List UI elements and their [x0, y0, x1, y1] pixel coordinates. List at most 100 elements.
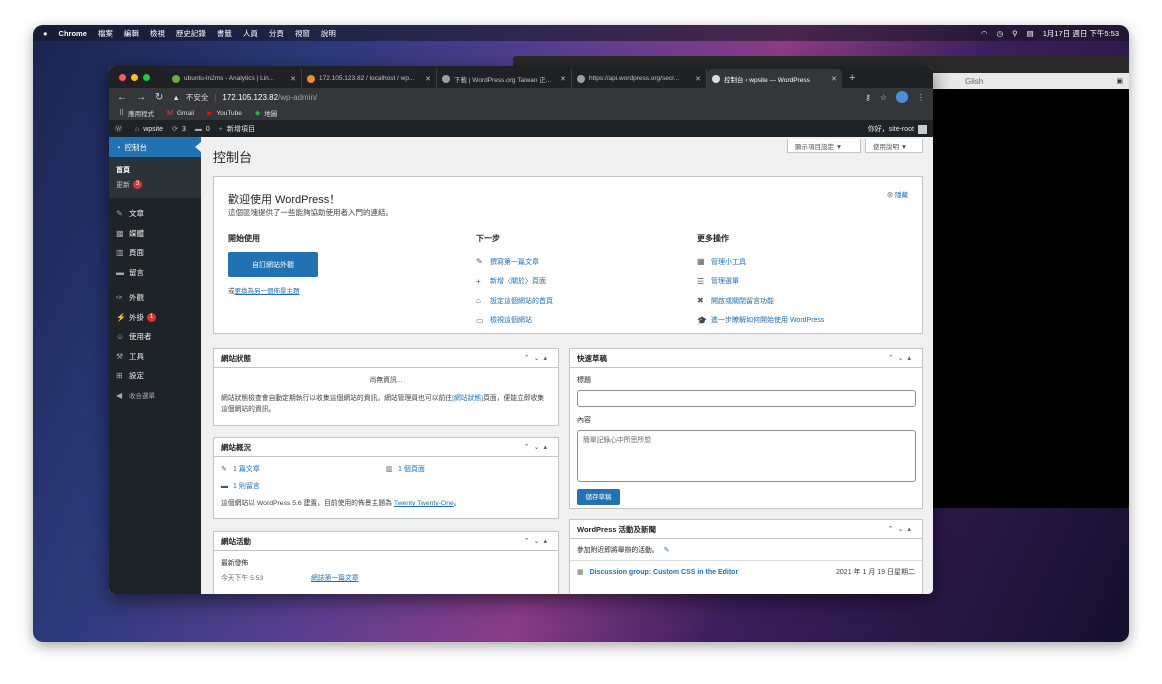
theme-link[interactable]: Twenty Twenty-One — [394, 500, 454, 507]
wp-logo-icon[interactable]: Ⓦ — [115, 124, 126, 134]
menu-bookmarks[interactable]: 書籤 — [217, 28, 232, 39]
change-theme-link[interactable]: 更換為另一個佈景主題 — [235, 288, 300, 295]
sidebar-item-plugins[interactable]: ⚡ 外掛 1 — [109, 308, 201, 328]
tab-wordpress-api[interactable]: https://api.wordpress.org/secr... ✕ — [572, 69, 707, 88]
bookmark-youtube[interactable]: ▶ YouTube — [207, 109, 242, 118]
tab-close-icon[interactable]: ✕ — [290, 75, 296, 83]
address-bar[interactable]: ▲ 不安全 | 172.105.123.82 /wp-admin/ — [172, 92, 856, 103]
more-menu-icon[interactable]: ⋮ — [917, 93, 925, 102]
menu-window[interactable]: 視窗 — [295, 28, 310, 39]
widget-controls[interactable]: ⌃⌄▴ — [524, 537, 551, 545]
sidebar-item-comments[interactable]: ▬ 留言 — [109, 263, 201, 283]
tab-analytics[interactable]: ubuntu-ln2ms - Analytics | Lin... ✕ — [167, 69, 302, 88]
tab-close-icon[interactable]: ✕ — [425, 75, 431, 83]
menu-people[interactable]: 人員 — [243, 28, 258, 39]
widget-controls[interactable]: ⌃⌄▴ — [888, 354, 915, 362]
sidebar-collapse[interactable]: ◀ 收合選單 — [109, 386, 201, 406]
submenu-updates[interactable]: 更新 3 — [116, 177, 201, 192]
close-window-icon[interactable] — [119, 73, 126, 81]
clock-icon[interactable]: ◷ — [997, 29, 1004, 38]
help-button[interactable]: 使用說明 ▼ — [865, 139, 923, 153]
submenu-home[interactable]: 首頁 — [116, 162, 201, 177]
tab-close-icon[interactable]: ✕ — [831, 75, 837, 83]
welcome-title: 歡迎使用 WordPress！ — [228, 194, 341, 206]
widget-title: 網站狀態 — [221, 353, 251, 363]
pencil-icon[interactable]: ✎ — [664, 545, 670, 556]
sidebar-item-pages[interactable]: ▥ 頁面 — [109, 243, 201, 263]
bookmark-maps[interactable]: ◆ 地圖 — [255, 108, 277, 118]
manage-menus-link[interactable]: ☰ 管理選單 — [697, 272, 917, 292]
admin-bar-updates[interactable]: ⟳ 3 — [172, 125, 186, 134]
key-icon[interactable]: ⚷ — [865, 93, 871, 102]
admin-bar-comments[interactable]: ▬ 0 — [195, 126, 210, 133]
admin-bar-site[interactable]: ⌂ wpsite — [135, 126, 163, 133]
sidebar-item-tools[interactable]: ⚒ 工具 — [109, 347, 201, 367]
event-title-link[interactable]: Discussion group: Custom CSS in the Edit… — [590, 567, 739, 578]
sidebar-item-settings[interactable]: ⊞ 設定 — [109, 366, 201, 386]
sidebar-item-label: 控制台 — [124, 142, 148, 152]
menubar-app-name[interactable]: Chrome — [59, 29, 87, 38]
customize-site-button[interactable]: 自訂網站外觀 — [228, 252, 318, 277]
draft-title-input[interactable] — [577, 390, 916, 407]
view-site-link[interactable]: ▭ 檢視這個網站 — [476, 311, 686, 331]
menu-edit[interactable]: 編輯 — [124, 28, 139, 39]
wifi-icon[interactable]: ◠ — [981, 29, 988, 38]
admin-bar-account[interactable]: 你好，site-root — [868, 124, 927, 134]
new-tab-icon[interactable]: + — [849, 69, 855, 88]
zoom-window-icon[interactable] — [143, 73, 150, 81]
tab-wp-dashboard[interactable]: 控制台 ‹ wpsite — WordPress ✕ — [707, 69, 842, 88]
widget-controls[interactable]: ⌃⌄▴ — [524, 443, 551, 451]
tab-favicon-icon — [307, 74, 315, 83]
column-heading: 更多操作 — [697, 234, 729, 243]
tab-close-icon[interactable]: ✕ — [695, 75, 701, 83]
glance-pages[interactable]: ▥ 1 個頁面 — [386, 461, 551, 478]
warning-icon[interactable]: ▲ — [172, 93, 179, 102]
tab-wordpress-download[interactable]: 下載 | WordPress.org Taiwan 正... ✕ — [437, 69, 572, 88]
profile-avatar[interactable] — [896, 91, 908, 103]
forward-icon[interactable]: → — [136, 92, 146, 103]
menu-view[interactable]: 檢視 — [150, 28, 165, 39]
tab-phpmyadmin[interactable]: 172.105.123.82 / localhost / wp... ✕ — [302, 69, 437, 88]
sidebar-item-users[interactable]: ☺ 使用者 — [109, 327, 201, 347]
learn-more-link[interactable]: 🎓 進一步瞭解如何開始使用 WordPress — [697, 311, 917, 331]
add-about-page-link[interactable]: + 新增〈關於〉頁面 — [476, 272, 686, 292]
bookmark-star-icon[interactable]: ☆ — [880, 93, 887, 102]
glance-comments[interactable]: ▬ 1 則留言 — [221, 478, 386, 495]
sidebar-item-appearance[interactable]: ✑ 外觀 — [109, 288, 201, 308]
menu-help[interactable]: 說明 — [321, 28, 336, 39]
save-draft-button[interactable]: 儲存草稿 — [577, 489, 620, 505]
greeting: 你好，site-root — [867, 126, 914, 133]
site-health-link[interactable]: [網站狀態] — [452, 395, 483, 402]
sidebar-item-posts[interactable]: ✎ 文章 — [109, 204, 201, 224]
widget-controls[interactable]: ⌃⌄▴ — [888, 525, 915, 533]
bookmark-gmail[interactable]: M Gmail — [167, 110, 194, 117]
search-icon[interactable]: ⚲ — [1012, 29, 1018, 38]
write-first-post-link[interactable]: ✎ 撰寫第一篇文章 — [476, 252, 686, 272]
control-center-icon[interactable]: ▤ — [1027, 29, 1034, 38]
background-window-menu-icon[interactable]: ▣ — [1116, 77, 1123, 85]
manage-widgets-link[interactable]: ▦ 管理小工具 — [697, 252, 917, 272]
menu-tab[interactable]: 分頁 — [269, 28, 284, 39]
sidebar-item-media[interactable]: ▩ 媒體 — [109, 224, 201, 244]
toggle-comments-link[interactable]: ✖ 開啟或關閉留言功能 — [697, 291, 917, 311]
dismiss-welcome[interactable]: ⊗ 隱藏 — [887, 189, 908, 199]
draft-content-textarea[interactable]: 簡單記錄心中所思所想 — [577, 430, 916, 482]
bookmark-apps[interactable]: ⠿ 應用程式 — [119, 108, 154, 118]
screen-options-button[interactable]: 顯示項目設定 ▼ — [787, 139, 861, 153]
set-homepage-link[interactable]: ⌂ 設定這個網站的首頁 — [476, 291, 686, 311]
glance-posts[interactable]: ✎ 1 篇文章 — [221, 461, 386, 478]
menubar-clock[interactable]: 1月17日 週日 下午5:53 — [1043, 28, 1119, 39]
admin-bar-new[interactable]: + 新增項目 — [219, 124, 255, 134]
activity-post-link[interactable]: 網誌第一篇文章 — [311, 573, 359, 584]
reload-icon[interactable]: ↻ — [155, 92, 163, 103]
minimize-window-icon[interactable] — [131, 73, 138, 81]
submenu-label: 更新 — [116, 181, 130, 189]
widget-controls[interactable]: ⌃⌄▴ — [524, 354, 551, 362]
insecure-label[interactable]: 不安全 — [186, 92, 209, 103]
back-icon[interactable]: ← — [117, 92, 127, 103]
apple-icon[interactable]: ● — [43, 29, 48, 38]
sidebar-item-dashboard[interactable]: ◔ 控制台 — [109, 137, 201, 157]
menu-history[interactable]: 歷史記錄 — [176, 28, 206, 39]
tab-close-icon[interactable]: ✕ — [560, 75, 566, 83]
menu-file[interactable]: 檔案 — [98, 28, 113, 39]
